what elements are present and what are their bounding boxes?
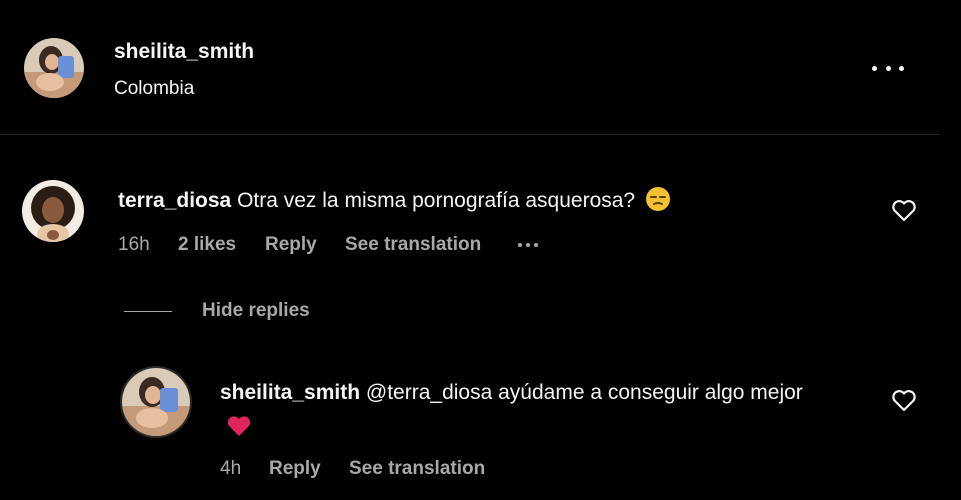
comment-reply-button[interactable]: Reply <box>265 234 317 256</box>
hide-replies-button[interactable]: Hide replies <box>202 300 310 322</box>
comment-see-translation[interactable]: See translation <box>345 234 481 256</box>
more-horizontal-icon <box>872 65 877 71</box>
comment-author-avatar[interactable] <box>22 180 84 242</box>
comment-more-button[interactable] <box>518 243 538 247</box>
comment-text-line: terra_diosa Otra vez la misma pornografí… <box>118 186 671 215</box>
comment-likes[interactable]: 2 likes <box>178 234 236 256</box>
reply-body: @terra_diosa ayúdame a conseguir algo me… <box>365 381 803 404</box>
comment-time[interactable]: 16h <box>118 234 150 256</box>
reply-text-block: sheilita_smith @terra_diosa ayúdame a co… <box>220 375 820 445</box>
reply-reply-button[interactable]: Reply <box>269 458 321 480</box>
comment-username[interactable]: terra_diosa <box>118 189 231 212</box>
red-heart-emoji <box>227 416 251 436</box>
reply-like-button[interactable] <box>890 387 918 413</box>
reply-author-avatar[interactable] <box>120 366 192 438</box>
heart-outline-icon <box>892 390 916 412</box>
header-divider <box>0 134 940 135</box>
hide-replies-line <box>124 311 172 312</box>
more-horizontal-icon <box>518 243 522 247</box>
heart-outline-icon <box>892 200 916 222</box>
post-location[interactable]: Colombia <box>114 78 194 100</box>
post-author-avatar[interactable] <box>24 38 84 98</box>
unamused-face-emoji <box>645 187 670 211</box>
comment-body: Otra vez la misma pornografía asquerosa? <box>237 189 636 212</box>
reply-see-translation[interactable]: See translation <box>349 458 485 480</box>
more-options-button[interactable] <box>866 56 910 80</box>
reply-time[interactable]: 4h <box>220 458 241 480</box>
post-username[interactable]: sheilita_smith <box>114 40 254 64</box>
reply-username[interactable]: sheilita_smith <box>220 381 360 404</box>
comment-like-button[interactable] <box>890 197 918 223</box>
